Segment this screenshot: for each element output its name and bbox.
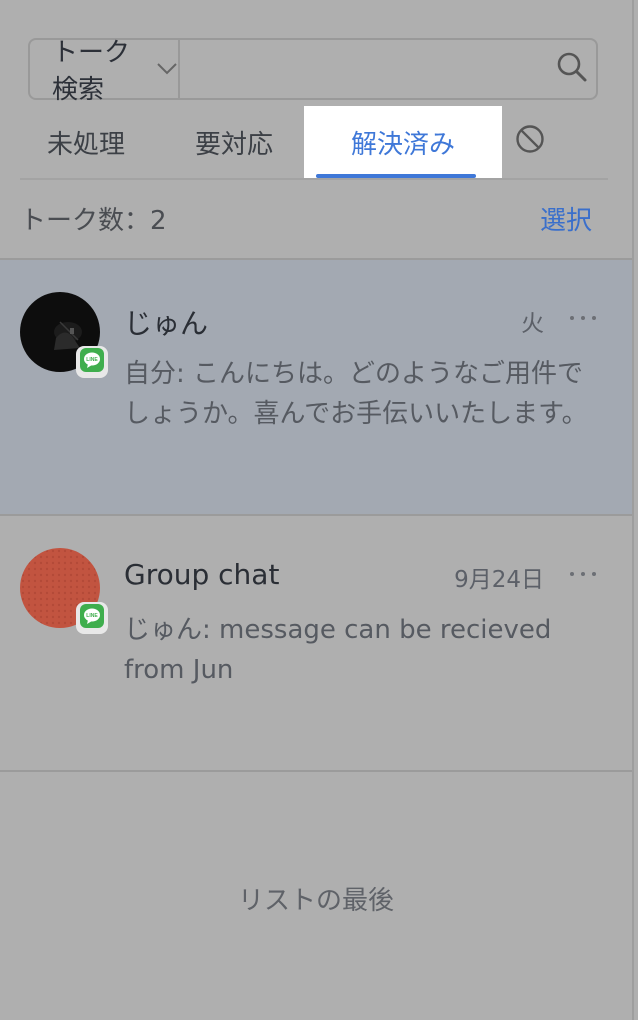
tab-resolved[interactable]: 解決済み — [304, 106, 502, 178]
tab-needs-action[interactable]: 要対応 — [176, 106, 292, 178]
conversation-name: Group chat — [124, 558, 280, 591]
more-horizontal-icon[interactable] — [570, 308, 596, 328]
conversation-item[interactable]: LINE じゅん 火 自分: こんにちは。どのようなご用件でしょうか。喜んでお手… — [0, 258, 632, 514]
search-bar: トーク検索 — [28, 38, 598, 105]
chevron-down-icon — [156, 62, 178, 76]
line-icon: LINE — [80, 348, 104, 376]
conversation-name: じゅん — [124, 307, 209, 340]
tab-unprocessed[interactable]: 未処理 — [20, 106, 152, 178]
conversation-list: LINE じゅん 火 自分: こんにちは。どのようなご用件でしょうか。喜んでお手… — [0, 258, 632, 772]
avatar-container: LINE — [20, 292, 108, 378]
svg-text:LINE: LINE — [86, 613, 98, 619]
active-tab-indicator — [316, 174, 476, 178]
tab-label: 解決済み — [350, 129, 455, 160]
list-end-label: リストの最後 — [237, 886, 394, 916]
svg-text:LINE: LINE — [86, 357, 98, 363]
prohibited-icon — [515, 124, 545, 161]
list-divider — [0, 770, 632, 772]
conversation-time: 9月24日 — [454, 567, 544, 593]
tab-label: 未処理 — [46, 129, 125, 160]
tab-blocked[interactable] — [508, 106, 552, 178]
search-button[interactable] — [547, 40, 596, 98]
search-type-label: トーク検索 — [52, 38, 131, 105]
search-icon — [556, 51, 588, 87]
avatar-container: LINE — [20, 548, 108, 634]
conversation-preview: 自分: こんにちは。どのようなご用件でしょうか。喜んでお手伝いいたします。 — [124, 359, 588, 429]
search-input[interactable] — [180, 40, 548, 98]
line-icon: LINE — [80, 604, 104, 632]
search-type-dropdown[interactable]: トーク検索 — [30, 38, 181, 105]
conversation-preview: じゅん: message can be recieved from Jun — [124, 615, 552, 685]
list-header: トーク数：2 選択 — [20, 196, 592, 240]
status-tabs: 未処理 要対応 解決済み — [20, 106, 608, 180]
panel-right-border — [632, 0, 634, 1020]
more-horizontal-icon[interactable] — [570, 564, 596, 584]
conversation-item[interactable]: LINE Group chat 9月24日 じゅん: message can b… — [0, 514, 632, 770]
conversation-time: 火 — [521, 311, 544, 337]
line-badge: LINE — [76, 602, 108, 634]
select-button[interactable]: 選択 — [540, 200, 592, 237]
line-badge: LINE — [76, 346, 108, 378]
tab-label: 要対応 — [194, 129, 273, 160]
talk-count: トーク数：2 — [20, 205, 167, 236]
